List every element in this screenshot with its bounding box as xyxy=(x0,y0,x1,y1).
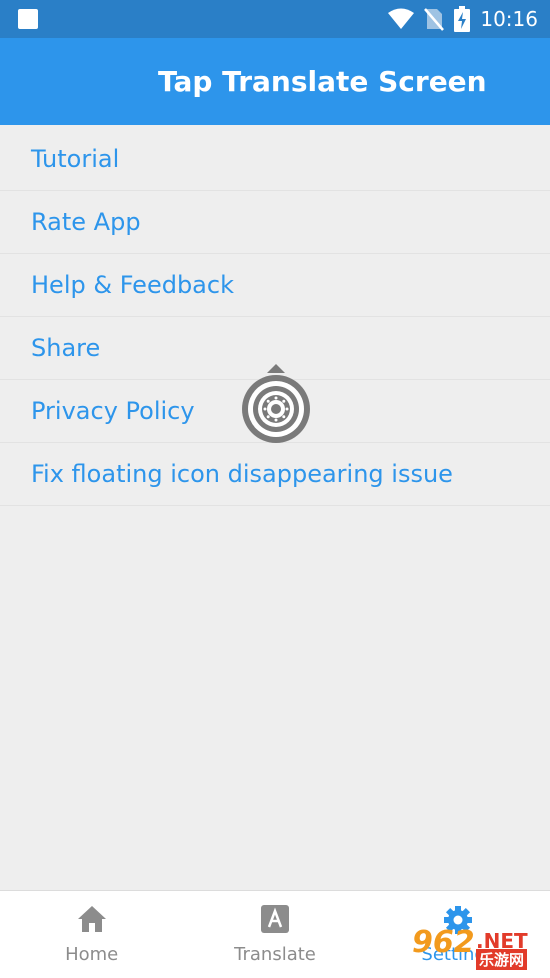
battery-charging-icon xyxy=(454,6,471,32)
page-title: Tap Translate Screen xyxy=(158,65,487,98)
wifi-icon xyxy=(388,8,415,30)
floating-translate-icon[interactable] xyxy=(240,363,312,445)
menu-item-tutorial[interactable]: Tutorial xyxy=(0,128,550,191)
status-bar: 10:16 xyxy=(0,0,550,38)
no-sim-icon xyxy=(424,7,445,31)
nav-label-home: Home xyxy=(65,944,119,965)
watermark-cn-text: 乐游网 xyxy=(476,949,528,970)
menu-item-fix-floating-icon[interactable]: Fix floating icon disappearing issue xyxy=(0,443,550,506)
app-bar: Tap Translate Screen xyxy=(0,38,550,125)
settings-menu: Tutorial Rate App Help & Feedback Share … xyxy=(0,128,550,506)
status-time: 10:16 xyxy=(480,7,538,31)
home-icon xyxy=(77,905,107,937)
menu-item-rate-app[interactable]: Rate App xyxy=(0,191,550,254)
nav-label-translate: Translate xyxy=(234,944,316,965)
menu-item-help-feedback[interactable]: Help & Feedback xyxy=(0,254,550,317)
nav-item-translate[interactable]: Translate xyxy=(183,891,366,978)
nav-item-home[interactable]: Home xyxy=(0,891,183,978)
site-watermark-logo: 962 .NET 乐游网 xyxy=(402,925,544,971)
watermark-number: 962 xyxy=(412,925,475,960)
translate-icon xyxy=(260,905,289,937)
notification-square-icon xyxy=(18,9,38,29)
